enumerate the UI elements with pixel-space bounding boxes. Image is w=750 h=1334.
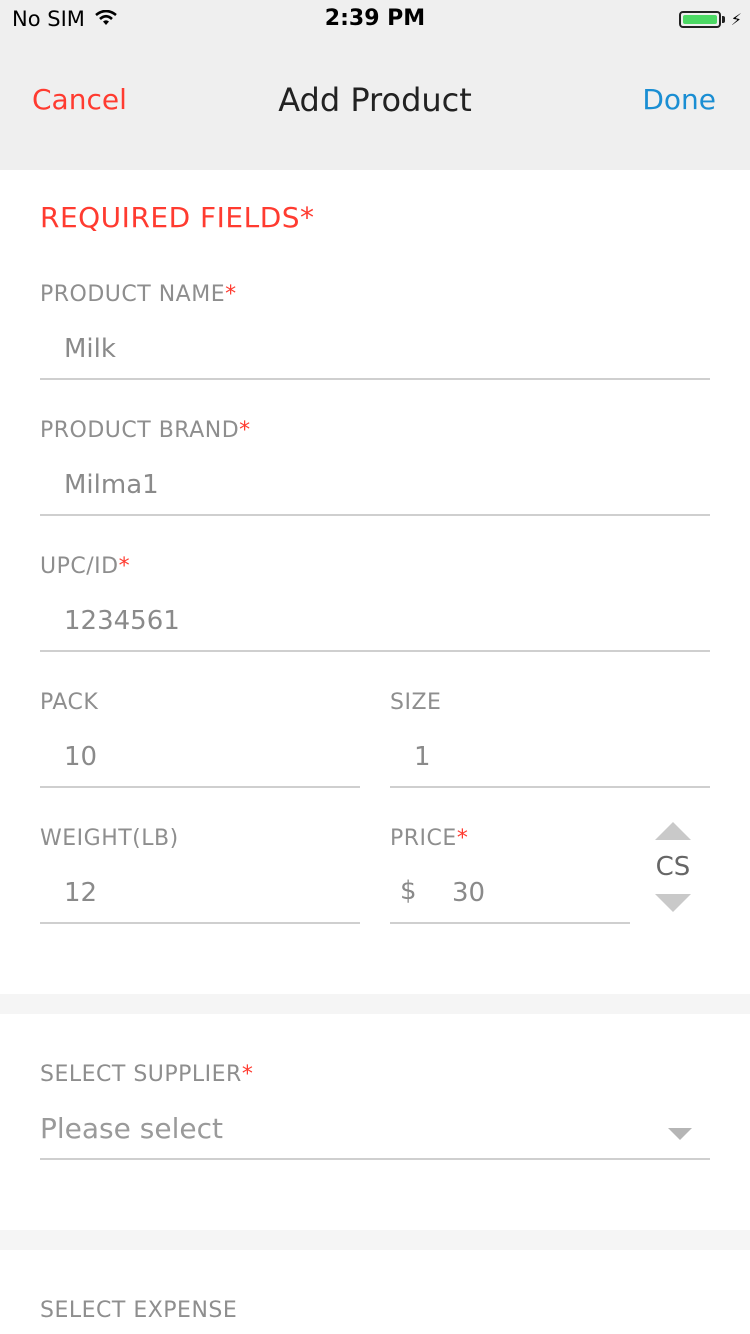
product-name-label: PRODUCT NAME*	[40, 282, 237, 307]
status-time: 2:39 PM	[324, 6, 426, 31]
product-brand-label: PRODUCT BRAND*	[40, 418, 251, 443]
required-fields-title: REQUIRED FIELDS	[40, 201, 301, 234]
price-label: PRICE*	[390, 826, 468, 851]
upc-id-label: UPC/ID*	[40, 554, 130, 579]
upc-id-label-text: UPC/ID	[40, 554, 119, 579]
required-star: *	[239, 418, 251, 443]
battery-icon: ⚡	[678, 10, 742, 29]
section-divider	[0, 994, 750, 1014]
done-button[interactable]: Done	[642, 83, 716, 116]
unit-label: CS	[655, 852, 691, 882]
pack-label: PACK	[40, 690, 99, 715]
navigation-bar: Cancel Add Product Done	[0, 40, 750, 170]
unit-stepper: CS	[650, 822, 696, 916]
currency-symbol: $	[400, 876, 417, 906]
upc-id-input[interactable]	[40, 592, 710, 652]
chevron-down-icon	[668, 1128, 692, 1140]
product-brand-label-text: PRODUCT BRAND	[40, 418, 240, 443]
required-star: *	[300, 201, 315, 234]
supplier-select[interactable]: Please select	[40, 1104, 710, 1160]
bolt-icon: ⚡	[730, 10, 742, 29]
product-name-input[interactable]	[40, 320, 710, 380]
required-star: *	[118, 554, 131, 579]
section-divider	[0, 1230, 750, 1250]
required-fields-heading: REQUIRED FIELDS*	[40, 201, 315, 234]
required-star: *	[225, 282, 237, 307]
product-name-label-text: PRODUCT NAME	[40, 282, 226, 307]
expense-label: SELECT EXPENSE	[40, 1298, 238, 1323]
size-label: SIZE	[390, 690, 442, 715]
required-star: *	[241, 1062, 254, 1087]
weight-input[interactable]	[40, 864, 360, 924]
pack-input[interactable]	[40, 728, 360, 788]
required-star: *	[456, 826, 469, 851]
size-input[interactable]	[390, 728, 710, 788]
supplier-label-text: SELECT SUPPLIER	[40, 1062, 242, 1087]
unit-up-arrow-icon[interactable]	[655, 822, 691, 840]
price-label-text: PRICE	[390, 826, 457, 851]
unit-down-arrow-icon[interactable]	[655, 894, 691, 912]
battery-fill	[682, 15, 717, 24]
supplier-select-value: Please select	[40, 1112, 223, 1145]
supplier-label: SELECT SUPPLIER*	[40, 1062, 253, 1087]
status-bar: No SIM 2:39 PM ⚡	[0, 0, 750, 40]
weight-label: WEIGHT(LB)	[40, 826, 179, 851]
price-input[interactable]	[390, 864, 630, 924]
page-title: Add Product	[278, 81, 472, 119]
product-brand-input[interactable]	[40, 456, 710, 516]
